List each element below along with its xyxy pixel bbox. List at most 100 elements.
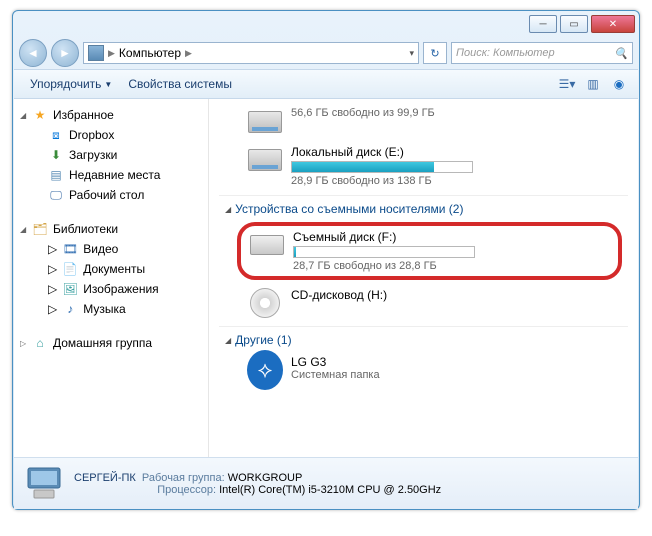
video-icon: 🎞 xyxy=(62,241,78,257)
crumb-arrow-icon: ▶ xyxy=(108,48,115,59)
drive-c-partial[interactable]: 56,6 ГБ свободно из 99,9 ГБ xyxy=(247,107,628,137)
crumb-arrow-icon[interactable]: ▶ xyxy=(185,48,192,59)
drive-name: Съемный диск (F:) xyxy=(293,230,610,244)
drive-free-text: 56,6 ГБ свободно из 99,9 ГБ xyxy=(291,107,628,119)
navbar: ◄ ► ▶ Компьютер ▶ ▾ ↻ Поиск: Компьютер 🔍 xyxy=(13,37,639,69)
back-button[interactable]: ◄ xyxy=(19,39,47,67)
downloads-icon: ⬇ xyxy=(48,147,64,163)
details-pane: СЕРГЕЙ-ПК Рабочая группа: WORKGROUP СЕРГ… xyxy=(14,457,638,509)
sidebar-label: Dropbox xyxy=(69,128,114,142)
sidebar-label: Изображения xyxy=(83,282,158,296)
device-name: LG G3 xyxy=(291,355,628,369)
collapse-icon: ◢ xyxy=(20,111,26,120)
computer-large-icon xyxy=(22,464,66,504)
chevron-down-icon: ▼ xyxy=(104,80,112,89)
drive-free-text: 28,9 ГБ свободно из 138 ГБ xyxy=(291,175,628,187)
sidebar-label: Домашняя группа xyxy=(53,336,152,350)
search-placeholder: Поиск: Компьютер xyxy=(456,47,555,59)
desktop-icon: 🖵 xyxy=(48,187,64,203)
close-button[interactable]: ✕ xyxy=(591,15,635,33)
drive-cd[interactable]: CD-дисковод (H:) xyxy=(247,288,628,318)
drive-name: Локальный диск (E:) xyxy=(291,145,628,159)
section-title: Другие (1) xyxy=(235,333,291,347)
sidebar-item-music[interactable]: ▷ ♪ Музыка xyxy=(14,299,208,319)
organize-label: Упорядочить xyxy=(30,77,101,91)
address-bar[interactable]: ▶ Компьютер ▶ ▾ xyxy=(83,42,419,64)
section-title: Устройства со съемными носителями (2) xyxy=(235,202,463,216)
computer-icon xyxy=(88,45,104,61)
section-removable[interactable]: ◢ Устройства со съемными носителями (2) xyxy=(219,195,628,220)
expand-icon: ▷ xyxy=(48,242,57,256)
dropbox-icon: ⧈ xyxy=(48,127,64,143)
section-other[interactable]: ◢ Другие (1) xyxy=(219,326,628,351)
collapse-icon: ◢ xyxy=(20,225,26,234)
system-properties-button[interactable]: Свойства системы xyxy=(120,74,240,94)
sidebar-item-images[interactable]: ▷ 🖼 Изображения xyxy=(14,279,208,299)
expand-icon: ▷ xyxy=(20,339,26,348)
explorer-window: ─ ▭ ✕ ◄ ► ▶ Компьютер ▶ ▾ ↻ Поиск: Компь… xyxy=(12,10,640,510)
organize-menu[interactable]: Упорядочить ▼ xyxy=(22,74,120,94)
search-input[interactable]: Поиск: Компьютер 🔍 xyxy=(451,42,633,64)
expand-icon: ▷ xyxy=(48,262,57,276)
pc-name: СЕРГЕЙ-ПК xyxy=(74,472,136,484)
hdd-icon xyxy=(248,111,282,133)
documents-icon: 📄 xyxy=(62,261,78,277)
collapse-icon: ◢ xyxy=(225,336,231,345)
music-icon: ♪ xyxy=(62,301,78,317)
drive-usage-bar xyxy=(291,161,473,173)
sidebar-label: Избранное xyxy=(53,108,114,122)
sidebar-item-documents[interactable]: ▷ 📄 Документы xyxy=(14,259,208,279)
device-lg-g3[interactable]: ⟡ LG G3 Системная папка xyxy=(247,355,628,385)
images-icon: 🖼 xyxy=(62,281,78,297)
address-text: Компьютер xyxy=(119,46,181,60)
sidebar-item-desktop[interactable]: 🖵 Рабочий стол xyxy=(14,185,208,205)
sidebar-label: Недавние места xyxy=(69,168,160,182)
minimize-button[interactable]: ─ xyxy=(529,15,557,33)
libraries-icon: 🗂 xyxy=(32,221,48,237)
sidebar-label: Библиотеки xyxy=(53,222,118,236)
forward-button[interactable]: ► xyxy=(51,39,79,67)
expand-icon: ▷ xyxy=(48,282,57,296)
maximize-button[interactable]: ▭ xyxy=(560,15,588,33)
sidebar-label: Рабочий стол xyxy=(69,188,144,202)
sidebar: ◢ ★ Избранное ⧈ Dropbox ⬇Загрузки ▤ Недавн… xyxy=(14,99,209,457)
toolbar: Упорядочить ▼ Свойства системы ☰▾ ▥ ◉ xyxy=(14,69,638,99)
sidebar-libraries[interactable]: ◢ 🗂 Библиотеки xyxy=(14,219,208,239)
sidebar-item-video[interactable]: ▷ 🎞 Видео xyxy=(14,239,208,259)
drive-f[interactable]: Съемный диск (F:) 28,7 ГБ свободно из 28… xyxy=(249,230,610,272)
refresh-button[interactable]: ↻ xyxy=(423,42,447,64)
sidebar-item-recent[interactable]: ▤ Недавние места xyxy=(14,165,208,185)
star-icon: ★ xyxy=(32,107,48,123)
sidebar-label: Музыка xyxy=(83,302,125,316)
device-subtitle: Системная папка xyxy=(291,369,628,381)
sidebar-item-dropbox[interactable]: ⧈ Dropbox xyxy=(14,125,208,145)
drive-usage-bar xyxy=(293,246,475,258)
cpu-value: Intel(R) Core(TM) i5-3210M CPU @ 2.50GHz xyxy=(219,484,441,496)
expand-icon: ▷ xyxy=(48,302,57,316)
sidebar-label: Видео xyxy=(83,242,118,256)
cpu-label: Процессор: xyxy=(157,484,216,496)
titlebar: ─ ▭ ✕ xyxy=(13,11,639,37)
sidebar-label: Документы xyxy=(83,262,145,276)
details-text: СЕРГЕЙ-ПК Рабочая группа: WORKGROUP СЕРГ… xyxy=(74,472,441,496)
preview-pane-button[interactable]: ▥ xyxy=(582,74,604,94)
body: ◢ ★ Избранное ⧈ Dropbox ⬇Загрузки ▤ Недавн… xyxy=(14,99,638,457)
search-icon: 🔍 xyxy=(614,47,628,60)
recent-icon: ▤ xyxy=(48,167,64,183)
drive-name: CD-дисковод (H:) xyxy=(291,288,628,302)
address-dropdown-icon[interactable]: ▾ xyxy=(409,48,414,59)
main-pane: 56,6 ГБ свободно из 99,9 ГБ Локальный ди… xyxy=(209,99,638,457)
view-mode-button[interactable]: ☰▾ xyxy=(556,74,578,94)
help-button[interactable]: ◉ xyxy=(608,74,630,94)
sidebar-homegroup[interactable]: ▷ ⌂ Домашняя группа xyxy=(14,333,208,353)
drive-e[interactable]: Локальный диск (E:) 28,9 ГБ свободно из … xyxy=(247,145,628,187)
workgroup-value: WORKGROUP xyxy=(228,472,303,484)
cd-icon xyxy=(250,288,280,318)
sidebar-favorites[interactable]: ◢ ★ Избранное xyxy=(14,105,208,125)
bluetooth-icon: ⟡ xyxy=(247,350,283,390)
removable-disk-icon xyxy=(250,235,284,255)
workgroup-label: Рабочая группа: xyxy=(142,472,225,484)
collapse-icon: ◢ xyxy=(225,205,231,214)
highlight-annotation: Съемный диск (F:) 28,7 ГБ свободно из 28… xyxy=(237,222,622,280)
sidebar-item-downloads[interactable]: ⬇Загрузки xyxy=(14,145,208,165)
